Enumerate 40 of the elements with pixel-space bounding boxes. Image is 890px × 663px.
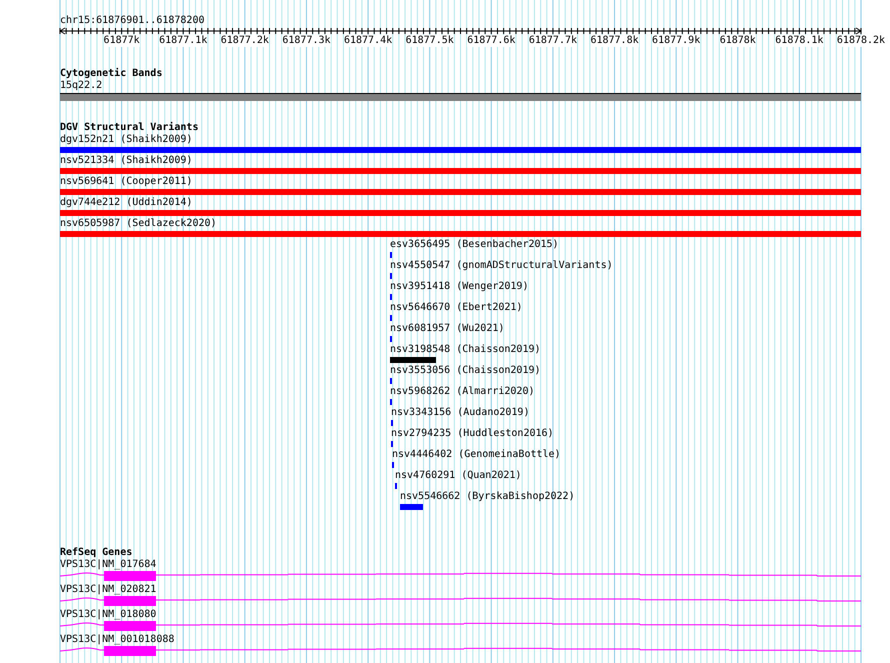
ruler-label: 61877.9k: [652, 35, 700, 47]
variant-label: nsv5646670 (Ebert2021): [390, 302, 522, 314]
variant-label: nsv3343156 (Audano2019): [391, 407, 530, 419]
variant-label: dgv152n21 (Shaikh2009): [60, 134, 192, 146]
gene-label: VPS13C|NM_018080: [60, 609, 156, 621]
track-title: RefSeq Genes: [60, 547, 132, 559]
variant-label: nsv569641 (Cooper2011): [60, 176, 192, 188]
ruler-label: 61877.1k: [159, 35, 208, 47]
track-title: DGV Structural Variants: [60, 122, 198, 134]
variant-label: nsv3553056 (Chaisson2019): [390, 365, 541, 377]
variant-label: nsv2794235 (Huddleston2016): [391, 428, 554, 440]
variant-label: esv3656495 (Besenbacher2015): [390, 239, 559, 251]
ruler-label: 61877.6k: [467, 35, 516, 47]
ruler-label: 61877k: [104, 35, 140, 47]
variant-label: nsv4446402 (GenomeinaBottle): [392, 449, 561, 461]
ruler-label: 61877.4k: [344, 35, 392, 47]
ruler-label: 61877.2k: [220, 35, 269, 47]
gene-label: VPS13C|NM_001018088: [60, 634, 174, 646]
variant-label: nsv5546662 (ByrskaBishop2022): [400, 491, 575, 503]
ruler-label: 61877.8k: [590, 35, 639, 47]
variant-label: nsv6505987 (Sedlazeck2020): [60, 218, 217, 230]
variant-label: nsv521334 (Shaikh2009): [60, 155, 192, 167]
variant-label: nsv3198548 (Chaisson2019): [390, 344, 541, 356]
gene-label: VPS13C|NM_020821: [60, 584, 156, 596]
variant-label: nsv3951418 (Wenger2019): [390, 281, 528, 293]
track-title: Cytogenetic Bands: [60, 68, 162, 80]
variant-label: nsv4760291 (Quan2021): [395, 470, 522, 482]
ruler-label: 61878.2k: [836, 35, 886, 47]
gene-label: VPS13C|NM_017684: [60, 559, 156, 571]
variant-label: dgv744e212 (Uddin2014): [60, 197, 192, 209]
variant-label: nsv5968262 (Almarri2020): [390, 386, 534, 398]
ruler-label: 61878.1k: [775, 35, 824, 47]
location-label: chr15:61876901..61878200: [60, 15, 204, 27]
ruler-label: 61877.5k: [406, 35, 454, 47]
ruler-label: 61877.3k: [282, 35, 331, 47]
variant-label: nsv6081957 (Wu2021): [390, 323, 504, 335]
band-label: 15q22.2: [60, 80, 102, 92]
ruler-label: 61878k: [720, 35, 756, 47]
ruler-label: 61877.7k: [528, 35, 577, 47]
variant-label: nsv4550547 (gnomADStructuralVariants): [390, 260, 613, 272]
